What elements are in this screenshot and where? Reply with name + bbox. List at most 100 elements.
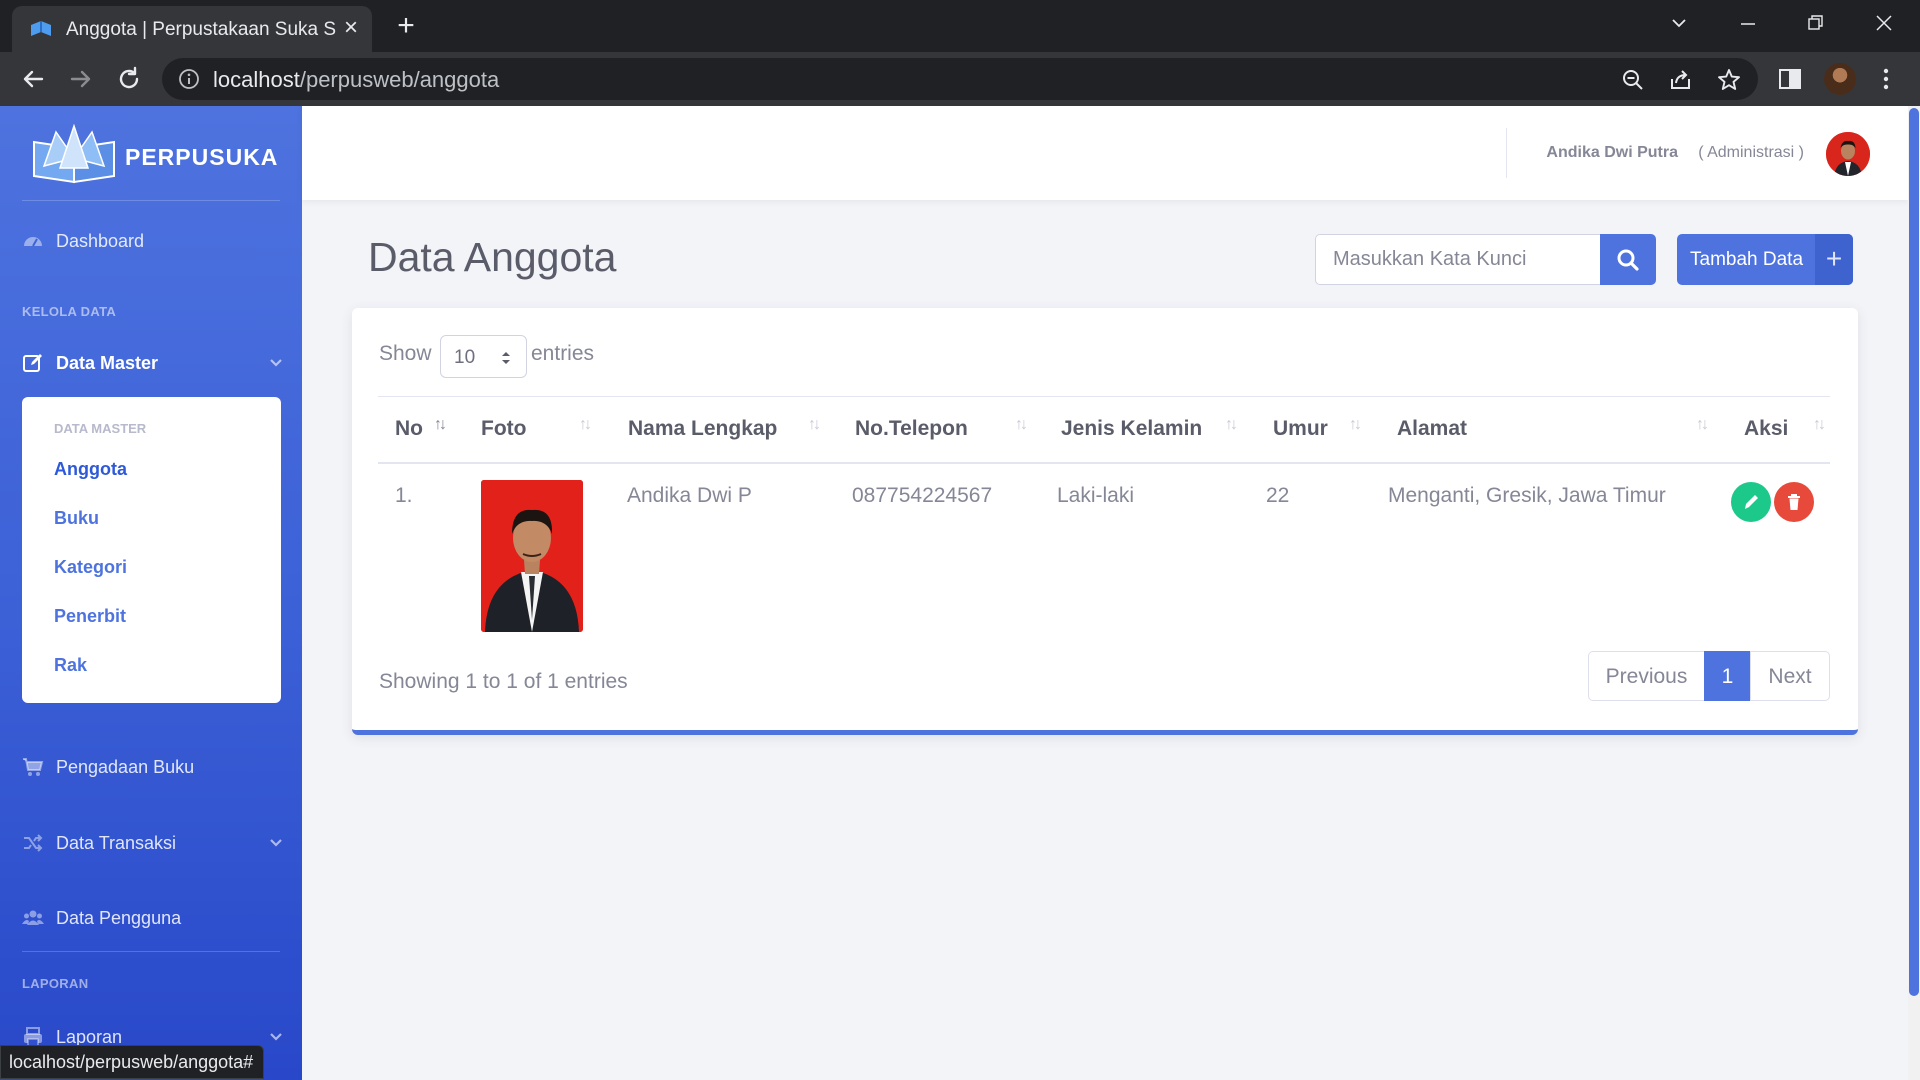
- minimize-icon[interactable]: [1730, 10, 1766, 40]
- trash-icon: [1788, 494, 1800, 510]
- pagination-next[interactable]: Next: [1750, 651, 1830, 701]
- edit-square-icon: [23, 354, 42, 372]
- entries-length-select[interactable]: 10: [440, 335, 527, 378]
- close-window-icon[interactable]: [1866, 10, 1902, 40]
- user-photo-icon: [1826, 132, 1870, 176]
- topbar: Andika Dwi Putra ( Administrasi ): [302, 106, 1908, 200]
- submenu-item-buku[interactable]: Buku: [54, 508, 99, 529]
- forward-arrow-icon[interactable]: [66, 64, 96, 94]
- zoom-out-icon[interactable]: [1620, 67, 1646, 93]
- search-icon: [1617, 249, 1639, 271]
- users-icon: [22, 910, 44, 925]
- cell-jenis-kelamin: Laki-laki: [1057, 484, 1135, 507]
- url-path: /perpusweb/anggota: [299, 67, 500, 92]
- chevron-down-icon: [270, 1033, 282, 1041]
- share-icon[interactable]: [1668, 67, 1694, 93]
- link-status-bubble: localhost/perpusweb/anggota#: [0, 1045, 265, 1079]
- site-info-icon[interactable]: [178, 68, 200, 90]
- cell-telepon: 087754224567: [852, 484, 993, 507]
- submenu-item-kategori[interactable]: Kategori: [54, 557, 127, 578]
- entries-length-value: 10: [454, 347, 476, 368]
- column-header-aksi[interactable]: Aksi: [1744, 417, 1788, 441]
- cell-nama: Andika Dwi P: [627, 484, 752, 507]
- sidebar: PERPUSUKA Dashboard KELOLA DATA Data Mas…: [0, 106, 302, 1080]
- pagination-previous[interactable]: Previous: [1588, 651, 1705, 701]
- tab-close-icon[interactable]: ×: [338, 15, 364, 41]
- column-header-no[interactable]: No: [395, 417, 423, 441]
- plus-icon: +: [1815, 234, 1853, 285]
- search-button[interactable]: [1600, 234, 1656, 285]
- entries-label: entries: [531, 342, 595, 365]
- show-label: Show: [379, 342, 432, 365]
- delete-button[interactable]: [1774, 482, 1814, 522]
- reload-icon[interactable]: [114, 64, 144, 94]
- submenu-item-anggota[interactable]: Anggota: [54, 459, 127, 480]
- sort-icon: ↑↓: [1696, 416, 1709, 433]
- sidebar-heading-laporan: LAPORAN: [22, 976, 89, 991]
- chevron-down-icon: [270, 839, 282, 847]
- more-menu-icon[interactable]: [1872, 65, 1900, 93]
- column-header-alamat[interactable]: Alamat: [1397, 417, 1467, 441]
- browser-tab[interactable]: Anggota | Perpustakaan Suka Suka ×: [12, 6, 372, 52]
- back-arrow-icon[interactable]: [18, 64, 48, 94]
- sidebar-item-label: Data Transaksi: [56, 833, 177, 853]
- pencil-icon: [1745, 495, 1758, 509]
- cell-alamat: Menganti, Gresik, Jawa Timur: [1388, 484, 1666, 507]
- new-tab-icon[interactable]: +: [390, 10, 422, 42]
- browser-tab-strip: Anggota | Perpustakaan Suka Suka × +: [0, 0, 1920, 52]
- column-header-foto[interactable]: Foto: [481, 417, 526, 441]
- sort-icon: ↑↓: [579, 416, 592, 433]
- browser-profile-avatar[interactable]: [1824, 63, 1856, 95]
- column-header-nama[interactable]: Nama Lengkap: [628, 417, 777, 441]
- pagination-page-label: 1: [1721, 665, 1734, 688]
- book-favicon-icon: [31, 21, 51, 36]
- pagination-page-1[interactable]: 1: [1704, 651, 1751, 701]
- user-avatar[interactable]: [1826, 132, 1870, 176]
- search-box: [1315, 234, 1601, 285]
- sidebar-item-transaksi[interactable]: Data Transaksi: [22, 826, 284, 862]
- tab-title: Anggota | Perpustakaan Suka Suka: [66, 19, 336, 40]
- sidebar-divider: [22, 951, 280, 952]
- table-info: Showing 1 to 1 of 1 entries: [379, 670, 628, 693]
- submenu-item-penerbit[interactable]: Penerbit: [54, 606, 126, 627]
- sort-icon: ↑↓: [1813, 416, 1826, 433]
- topbar-divider: [1506, 128, 1507, 178]
- sort-icon: ↑↓: [808, 416, 821, 433]
- cell-no: 1.: [395, 484, 413, 507]
- add-data-button[interactable]: Tambah Data +: [1677, 234, 1853, 285]
- table-header-border: [378, 462, 1830, 464]
- sidebar-item-data-master[interactable]: Data Master: [22, 346, 284, 382]
- page-title: Data Anggota: [368, 234, 617, 280]
- open-book-logo-icon: [33, 124, 115, 184]
- sort-asc-icon: ↑↓: [434, 416, 447, 433]
- sidebar-item-label: Data Pengguna: [56, 908, 182, 928]
- table-top-border: [378, 396, 1830, 397]
- user-name[interactable]: Andika Dwi Putra: [1546, 144, 1678, 162]
- pagination-next-label: Next: [1768, 665, 1812, 688]
- page-scrollbar-thumb[interactable]: [1909, 108, 1919, 996]
- sidebar-item-label: Data Master: [56, 353, 159, 373]
- restore-icon[interactable]: [1798, 10, 1834, 40]
- submenu-item-rak[interactable]: Rak: [54, 655, 87, 676]
- data-master-submenu: DATA MASTER Anggota Buku Kategori Penerb…: [22, 397, 281, 703]
- shuffle-icon: [24, 834, 43, 852]
- side-panel-icon[interactable]: [1776, 65, 1804, 93]
- column-header-umur[interactable]: Umur: [1273, 417, 1328, 441]
- tab-search-chevron-icon[interactable]: [1661, 10, 1697, 40]
- sidebar-heading-kelola: KELOLA DATA: [22, 304, 117, 319]
- sidebar-item-dashboard[interactable]: Dashboard: [22, 224, 284, 260]
- sidebar-item-label: Pengadaan Buku: [56, 757, 195, 777]
- column-header-telepon[interactable]: No.Telepon: [855, 417, 968, 441]
- sidebar-item-pengadaan[interactable]: Pengadaan Buku: [22, 750, 284, 786]
- brand[interactable]: PERPUSUKA: [30, 124, 280, 184]
- member-portrait-image: [481, 480, 583, 632]
- sidebar-item-pengguna[interactable]: Data Pengguna: [22, 901, 284, 937]
- status-url: localhost/perpusweb/anggota#: [9, 1052, 254, 1072]
- brand-name: PERPUSUKA: [125, 144, 279, 170]
- pagination-previous-label: Previous: [1605, 665, 1688, 688]
- search-input[interactable]: [1316, 235, 1600, 284]
- bookmark-star-icon[interactable]: [1716, 67, 1742, 93]
- column-header-jenis-kelamin[interactable]: Jenis Kelamin: [1061, 417, 1202, 441]
- edit-button[interactable]: [1731, 482, 1771, 522]
- address-bar[interactable]: localhost/perpusweb/anggota: [162, 58, 1758, 100]
